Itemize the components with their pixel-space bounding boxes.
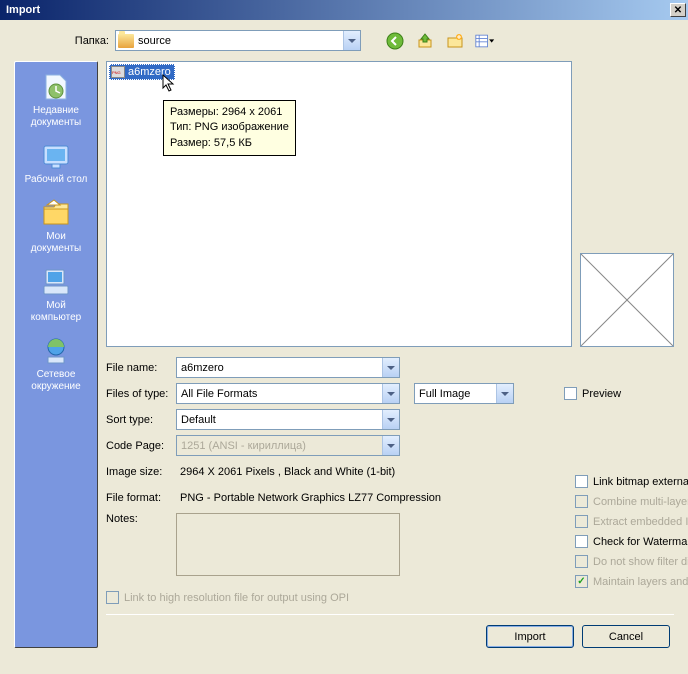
sidebar-computer[interactable]: Мой компьютер [15,263,97,330]
file-item-selected[interactable]: a6mzero [109,64,175,80]
filetype-label: Files of type: [106,388,176,400]
no-filter-checkbox [575,555,588,568]
file-name: a6mzero [128,66,171,78]
import-options: Link bitmap externally Combine multi-lay… [575,475,688,588]
codepage-label: Code Page: [106,440,176,452]
filename-input[interactable]: a6mzero [176,357,400,378]
button-row: Import Cancel [106,625,674,648]
tooltip-size: Размер: 57,5 КБ [170,136,289,151]
sidebar-label: Мой компьютер [31,300,81,324]
sort-select[interactable]: Default [176,409,400,430]
imagesize-value: 2964 X 2061 Pixels , Black and White (1-… [180,466,395,478]
network-icon [40,335,72,367]
file-list[interactable]: a6mzero Размеры: 2964 x 2061 Тип: PNG из… [106,61,572,347]
preview-box [580,253,674,347]
fullimage-select[interactable]: Full Image [414,383,514,404]
sidebar-label: Сетевое окружение [31,369,80,393]
filetype-select[interactable]: All File Formats [176,383,400,404]
computer-icon [40,266,72,298]
notes-textarea [176,513,400,576]
chevron-down-icon[interactable] [496,384,513,403]
import-button[interactable]: Import [486,625,574,648]
sidebar-label: Недавние документы [31,105,82,129]
back-icon[interactable] [385,31,405,51]
link-bitmap-checkbox[interactable] [575,475,588,488]
window-title: Import [6,4,40,16]
imagesize-label: Image size: [106,466,176,478]
folder-dropdown[interactable]: source [115,30,361,51]
opi-checkbox [106,591,119,604]
chevron-down-icon[interactable] [343,31,360,50]
chevron-down-icon[interactable] [382,384,399,403]
titlebar: Import ✕ [0,0,688,20]
opi-row: Link to high resolution file for output … [106,591,674,604]
chevron-down-icon[interactable] [382,358,399,377]
up-icon[interactable] [415,31,435,51]
file-area-row: a6mzero Размеры: 2964 x 2061 Тип: PNG из… [106,61,674,347]
chevron-down-icon[interactable] [382,410,399,429]
folder-value: source [138,35,171,47]
notes-label: Notes: [106,513,176,525]
watermark-checkbox[interactable] [575,535,588,548]
new-folder-icon[interactable] [445,31,465,51]
cancel-button[interactable]: Cancel [582,625,670,648]
nav-icons [385,31,495,51]
sort-label: Sort type: [106,414,176,426]
fileformat-value: PNG - Portable Network Graphics LZ77 Com… [180,492,441,504]
codepage-select: 1251 (ANSI - кириллица) [176,435,400,456]
preview-label: Preview [582,388,621,400]
chevron-down-icon [382,436,399,455]
sidebar-label: Рабочий стол [25,174,88,186]
file-tooltip: Размеры: 2964 x 2061 Тип: PNG изображени… [163,100,296,156]
tooltip-type: Тип: PNG изображение [170,120,289,135]
maintain-checkbox [575,575,588,588]
filename-label: File name: [106,362,176,374]
tooltip-dimensions: Размеры: 2964 x 2061 [170,105,289,120]
divider [106,614,674,615]
folder-icon [118,34,134,48]
view-menu-icon[interactable] [475,31,495,51]
icc-checkbox [575,515,588,528]
sidebar-label: Мои документы [31,231,82,255]
folder-label: Папка: [59,35,109,47]
close-button[interactable]: ✕ [670,3,686,17]
places-sidebar: Недавние документы Рабочий стол Мои доку… [14,61,98,648]
fileformat-label: File format: [106,492,176,504]
opi-label: Link to high resolution file for output … [124,592,349,604]
documents-icon [40,197,72,229]
desktop-icon [40,140,72,172]
sidebar-network[interactable]: Сетевое окружение [15,332,97,399]
preview-checkbox[interactable] [564,387,577,400]
combine-checkbox [575,495,588,508]
sidebar-desktop[interactable]: Рабочий стол [15,137,97,192]
sidebar-documents[interactable]: Мои документы [15,194,97,261]
recent-icon [40,71,72,103]
folder-row: Папка: source [14,30,674,51]
sidebar-recent[interactable]: Недавние документы [15,68,97,135]
png-thumb-icon [111,66,125,78]
